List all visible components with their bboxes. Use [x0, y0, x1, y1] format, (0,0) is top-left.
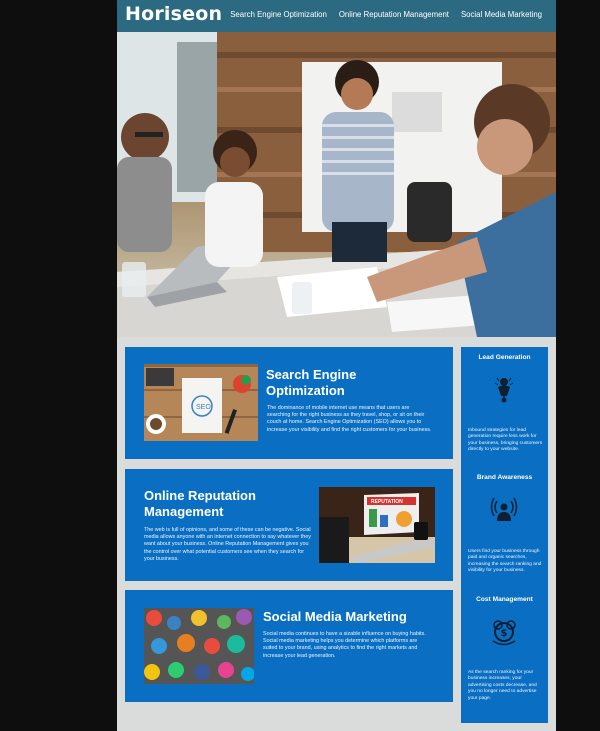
seo-section: SEO Search Engine Optimization The domin… [125, 347, 453, 459]
seo-text: The dominance of mobile internet use mea… [267, 405, 432, 433]
page: Horiseon Search Engine Optimization Onli… [117, 0, 556, 731]
site-header: Horiseon Search Engine Optimization Onli… [117, 0, 556, 32]
seo-thumb-text: SEO [196, 404, 211, 411]
smm-title: Social Media Marketing [263, 609, 407, 624]
brand-awareness-icon [489, 495, 519, 525]
nav-link-orm[interactable]: Online Reputation Management [339, 10, 449, 19]
benefits-sidebar: Lead Generation Inbound strategies for l… [461, 347, 548, 723]
brand-awareness-title: Brand Awareness [476, 474, 533, 481]
cost-management-icon: $ [489, 617, 519, 647]
main-nav: Search Engine Optimization Online Reputa… [230, 10, 542, 19]
smm-section: Social Media Marketing Social media cont… [125, 590, 453, 702]
orm-section: Online Reputation Management The web is … [125, 469, 453, 581]
seo-image: SEO [144, 364, 258, 441]
logo[interactable]: Horiseon [125, 3, 222, 25]
seo-title: Search Engine Optimization [266, 367, 357, 398]
lead-generation-text: Inbound strategies for lead generation r… [468, 428, 543, 453]
nav-link-smm[interactable]: Social Media Marketing [461, 10, 542, 19]
cost-management-text: As the search ranking for your business … [468, 670, 537, 701]
hero-image [117, 32, 556, 337]
lead-generation-icon [489, 374, 519, 404]
brand-awareness-text: Users find your business through paid an… [468, 549, 542, 574]
orm-image: REPUTATION [319, 487, 435, 563]
reputation-thumb-text: REPUTATION [371, 499, 403, 505]
orm-title: Online Reputation Management [144, 488, 256, 519]
svg-text:$: $ [501, 628, 508, 639]
smm-image [144, 608, 254, 684]
cost-management-title: Cost Management [476, 596, 533, 603]
smm-text: Social media continues to have a sizable… [263, 631, 426, 659]
lead-generation-title: Lead Generation [478, 354, 531, 361]
nav-link-seo[interactable]: Search Engine Optimization [230, 10, 327, 19]
orm-text: The web is full of opinions, and some of… [144, 527, 311, 562]
